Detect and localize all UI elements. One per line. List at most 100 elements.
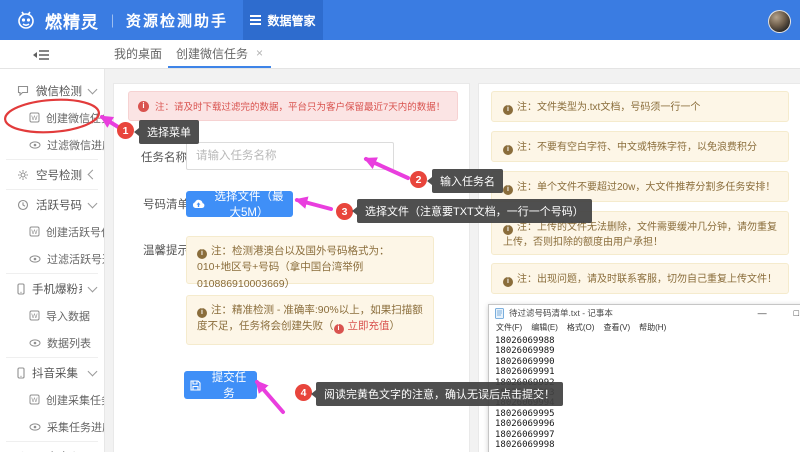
phone-number-line: 18026069990 <box>495 357 800 367</box>
menu-format[interactable]: 格式(O) <box>567 322 595 333</box>
doc-w-icon: W <box>29 310 40 321</box>
notice-contact-support: 注：出现问题，请及时联系客服，切勿自己重复上传文件！ <box>491 263 789 294</box>
accuracy-tip: 注：精准检测 - 准确率:90%以上，如果扫描额度不足，任务将会创建失败（立即充… <box>186 295 434 345</box>
sidebar-item-label: 创建微信任务 <box>46 110 104 126</box>
sidebar-item-filter-wechat-progress[interactable]: 过滤微信进度 <box>0 131 104 158</box>
sidebar-group-label: 用户中心 <box>35 449 81 452</box>
sidebar-item-label: 过滤微信进度 <box>47 137 104 153</box>
upload-cloud-icon <box>192 199 205 209</box>
accuracy-tip-suffix: ） <box>390 320 401 332</box>
info-icon <box>503 225 513 235</box>
choose-file-button[interactable]: 选择文件（最大5M） <box>186 191 293 217</box>
sidebar-item-collect-task-progress[interactable]: 采集任务进度 <box>0 413 104 440</box>
close-icon[interactable]: × <box>256 46 263 60</box>
notice-no-blank-chars: 注：不要有空白字符、中文或特殊字符，以免浪费积分 <box>491 131 789 162</box>
minimize-icon[interactable]: — <box>758 309 767 318</box>
annotation-badge-4: 4 <box>295 384 312 401</box>
format-tip-text: 注：检测港澳台以及国外号码格式为：010+地区号+号码（拿中国台湾举例01088… <box>197 245 390 290</box>
notepad-icon <box>495 308 504 319</box>
sidebar-item-label: 创建活跃号任务 <box>46 224 104 240</box>
maximize-icon[interactable]: □ <box>794 309 799 318</box>
sidebar-group-user-center[interactable]: 用户中心 <box>0 443 104 452</box>
sidebar-item-create-collect-task[interactable]: W 创建采集任务 <box>0 386 104 413</box>
save-icon <box>190 380 201 391</box>
sidebar-group-wechat-check[interactable]: 微信检测 <box>0 77 104 104</box>
history-icon <box>17 199 29 211</box>
submit-task-label: 提交任务 <box>207 369 251 401</box>
tab-create-wechat-task[interactable]: 创建微信任务 × <box>168 40 271 68</box>
info-icon <box>197 308 207 318</box>
doc-w-icon: W <box>29 226 40 237</box>
eye-icon <box>29 255 41 263</box>
phone-number-line: 18026069988 <box>495 336 800 346</box>
sidebar-group-phone-fans-system[interactable]: 手机爆粉系统 <box>0 275 104 302</box>
sidebar-item-data-list[interactable]: 数据列表 <box>0 329 104 356</box>
sidebar-item-create-wechat-task[interactable]: W 创建微信任务 <box>0 104 104 131</box>
doc-w-icon: W <box>29 394 40 405</box>
chevron-left-icon <box>88 170 98 180</box>
svg-text:W: W <box>31 115 38 122</box>
choose-file-label: 选择文件（最大5M） <box>211 188 287 220</box>
brand-subtitle: 资源检测助手 <box>126 10 228 31</box>
sidebar-item-filter-active-progress[interactable]: 过滤活跃号进度 <box>0 245 104 272</box>
sidebar-group-douyin-collect[interactable]: 抖音采集 <box>0 359 104 386</box>
retention-alert: 注：请及时下载过滤完的数据，平台只为客户保留最近7天内的数据！ <box>128 91 458 121</box>
phone-number-line: 18026069991 <box>495 367 800 377</box>
brand-divider: ｜ <box>106 11 119 30</box>
task-name-label: 任务名称* <box>141 149 192 165</box>
sidebar-group-label: 抖音采集 <box>32 365 78 381</box>
brand: 燃精灵 ｜ 资源检测助手 <box>14 0 228 40</box>
divider <box>6 441 98 442</box>
phone-number-line: 18026069998 <box>495 440 800 450</box>
sidebar-item-import-data[interactable]: W 导入数据 <box>0 302 104 329</box>
notepad-title: 待过滤号码清单.txt - 记事本 <box>509 307 613 319</box>
app-header: 燃精灵 ｜ 资源检测助手 数据管家 <box>0 0 800 40</box>
annotation-tooltip-4: 阅读完黄色文字的注意，确认无误后点击提交！ <box>316 382 563 406</box>
avatar[interactable] <box>768 10 791 33</box>
notepad-window: 待过滤号码清单.txt - 记事本 — □ 文件(F) 编辑(E) 格式(O) … <box>488 304 800 452</box>
svg-text:W: W <box>31 313 38 320</box>
nav-data-manager[interactable]: 数据管家 <box>243 0 323 40</box>
sidebar-item-label: 采集任务进度 <box>47 419 104 435</box>
info-icon <box>197 249 207 259</box>
task-name-input[interactable] <box>186 142 394 170</box>
menu-file[interactable]: 文件(F) <box>496 322 522 333</box>
nav-data-manager-label: 数据管家 <box>267 12 315 29</box>
sidebar-group-active-number-check[interactable]: 活跃号码检测 <box>0 191 104 218</box>
notepad-titlebar: 待过滤号码清单.txt - 记事本 — □ <box>489 305 800 321</box>
chevron-down-icon <box>88 198 98 208</box>
sidebar-item-create-active-task[interactable]: W 创建活跃号任务 <box>0 218 104 245</box>
divider <box>6 357 98 358</box>
sidebar: 微信检测 W 创建微信任务 过滤微信进度 空号检测 活跃号码检测 W 创建活跃号… <box>0 69 105 452</box>
sidebar-group-label: 微信检测 <box>36 83 82 99</box>
menu-edit[interactable]: 编辑(E) <box>531 322 558 333</box>
sidebar-group-empty-number-check[interactable]: 空号检测 <box>0 161 104 188</box>
sidebar-collapse-icon[interactable] <box>33 48 50 66</box>
recharge-link[interactable]: 立即充值 <box>348 320 390 332</box>
annotation-tooltip-1: 选择菜单 <box>139 120 199 144</box>
tab-bar: 我的桌面 创建微信任务 × <box>0 40 800 69</box>
notice-file-type: 注：文件类型为.txt文档，号码须一行一个 <box>491 91 789 122</box>
phone-number-line: 18026069989 <box>495 346 800 356</box>
sidebar-item-label: 数据列表 <box>47 335 91 351</box>
annotation-badge-2: 2 <box>410 171 427 188</box>
annotation-badge-1: 1 <box>117 122 134 139</box>
sidebar-item-label: 过滤活跃号进度 <box>47 251 104 267</box>
eye-icon <box>29 423 41 431</box>
tab-my-desktop[interactable]: 我的桌面 <box>114 40 162 66</box>
phone-number-line: 18026069995 <box>495 409 800 419</box>
chevron-down-icon <box>88 282 98 292</box>
svg-text:W: W <box>31 397 38 404</box>
brand-name: 燃精灵 <box>45 8 99 33</box>
sidebar-group-label: 活跃号码检测 <box>36 197 82 213</box>
notice-file-size-limit: 注：单个文件不要超过20w，大文件推荐分割多任务安排！ <box>491 171 789 202</box>
logo-icon <box>14 8 38 32</box>
divider <box>6 159 98 160</box>
format-tip: 注：检测港澳台以及国外号码格式为：010+地区号+号码（拿中国台湾举例01088… <box>186 236 434 284</box>
menu-help[interactable]: 帮助(H) <box>639 322 666 333</box>
menu-view[interactable]: 查看(V) <box>603 322 630 333</box>
chevron-down-icon <box>88 366 98 376</box>
phone-number-line: 18026069996 <box>495 419 800 429</box>
submit-task-button[interactable]: 提交任务 <box>184 371 257 399</box>
sidebar-item-label: 创建采集任务 <box>46 392 104 408</box>
